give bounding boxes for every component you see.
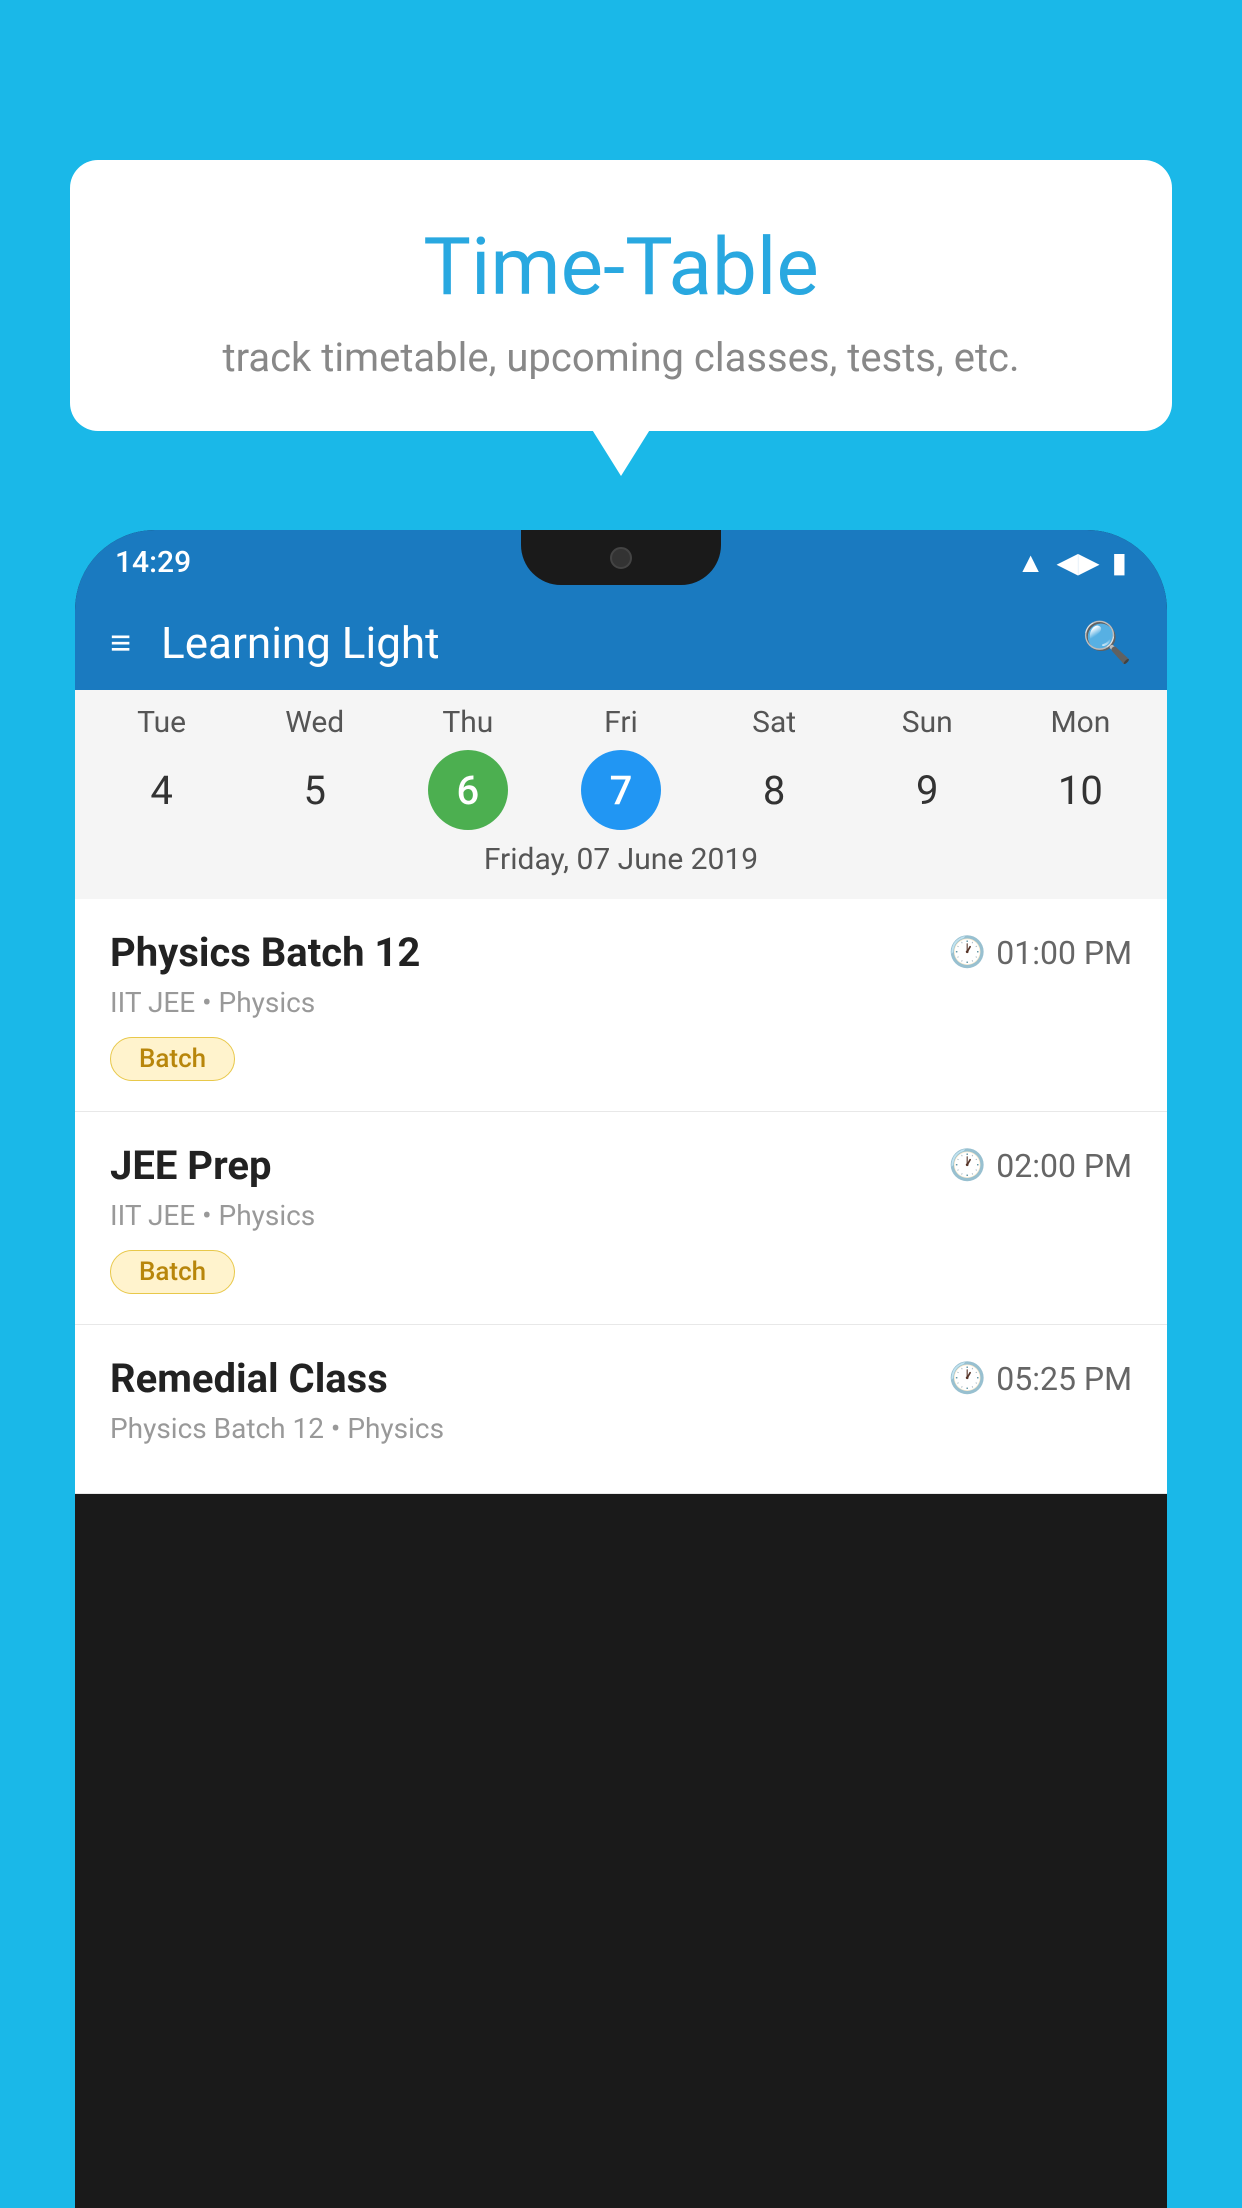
app-bar: ≡ Learning Light 🔍 [75, 595, 1167, 690]
calendar-strip: Tue Wed Thu Fri Sat Sun Mon 4 5 6 7 8 9 … [75, 690, 1167, 899]
app-title: Learning Light [161, 617, 1082, 669]
clock-icon-1: 🕐 [949, 935, 986, 970]
schedule-item-1-title: Physics Batch 12 [110, 929, 420, 976]
schedule-item-2[interactable]: JEE Prep 🕐 02:00 PM IIT JEE • Physics Ba… [75, 1112, 1167, 1325]
day-7-selected[interactable]: 7 [581, 750, 661, 830]
day-4[interactable]: 4 [122, 750, 202, 830]
schedule-item-3-header: Remedial Class 🕐 05:25 PM [110, 1355, 1132, 1402]
schedule-list: Physics Batch 12 🕐 01:00 PM IIT JEE • Ph… [75, 899, 1167, 1494]
phone-notch [521, 530, 721, 585]
phone-frame: 14:29 ▲ ◀▶ ▮ ≡ Learning Light 🔍 Tue Wed … [75, 530, 1167, 2208]
day-5[interactable]: 5 [275, 750, 355, 830]
schedule-item-2-time-text: 02:00 PM [996, 1147, 1132, 1185]
schedule-item-1-header: Physics Batch 12 🕐 01:00 PM [110, 929, 1132, 976]
schedule-item-2-header: JEE Prep 🕐 02:00 PM [110, 1142, 1132, 1189]
day-name-thu: Thu [418, 705, 518, 740]
clock-icon-2: 🕐 [949, 1148, 986, 1183]
schedule-item-2-badge: Batch [110, 1250, 235, 1294]
schedule-item-1-time-text: 01:00 PM [996, 934, 1132, 972]
schedule-item-1-badge: Batch [110, 1037, 235, 1081]
camera-dot [610, 547, 632, 569]
schedule-item-3-subtitle: Physics Batch 12 • Physics [110, 1412, 1132, 1445]
status-icons: ▲ ◀▶ ▮ [1017, 546, 1127, 579]
wifi-icon: ▲ [1017, 546, 1045, 579]
schedule-item-2-subtitle: IIT JEE • Physics [110, 1199, 1132, 1232]
day-name-fri: Fri [571, 705, 671, 740]
schedule-item-3[interactable]: Remedial Class 🕐 05:25 PM Physics Batch … [75, 1325, 1167, 1494]
hamburger-icon[interactable]: ≡ [110, 625, 131, 661]
day-6-today[interactable]: 6 [428, 750, 508, 830]
schedule-item-3-time-text: 05:25 PM [996, 1360, 1132, 1398]
day-8[interactable]: 8 [734, 750, 814, 830]
day-name-sun: Sun [877, 705, 977, 740]
day-name-sat: Sat [724, 705, 824, 740]
schedule-item-2-title: JEE Prep [110, 1142, 271, 1189]
day-9[interactable]: 9 [887, 750, 967, 830]
day-name-mon: Mon [1030, 705, 1130, 740]
selected-date-label: Friday, 07 June 2019 [75, 830, 1167, 889]
schedule-item-3-time: 🕐 05:25 PM [949, 1360, 1132, 1398]
schedule-item-1-time: 🕐 01:00 PM [949, 934, 1132, 972]
day-name-tue: Tue [112, 705, 212, 740]
schedule-item-3-title: Remedial Class [110, 1355, 388, 1402]
bubble-title: Time-Table [120, 220, 1122, 314]
day-10[interactable]: 10 [1040, 750, 1120, 830]
schedule-item-1-subtitle: IIT JEE • Physics [110, 986, 1132, 1019]
day-numbers-row: 4 5 6 7 8 9 10 [75, 750, 1167, 830]
speech-bubble: Time-Table track timetable, upcoming cla… [70, 160, 1172, 431]
schedule-item-1[interactable]: Physics Batch 12 🕐 01:00 PM IIT JEE • Ph… [75, 899, 1167, 1112]
signal-icon: ◀▶ [1057, 546, 1100, 579]
bubble-subtitle: track timetable, upcoming classes, tests… [120, 334, 1122, 381]
day-name-wed: Wed [265, 705, 365, 740]
schedule-item-2-time: 🕐 02:00 PM [949, 1147, 1132, 1185]
status-time: 14:29 [115, 545, 191, 580]
clock-icon-3: 🕐 [949, 1361, 986, 1396]
battery-icon: ▮ [1112, 546, 1127, 579]
phone-container: 14:29 ▲ ◀▶ ▮ ≡ Learning Light 🔍 Tue Wed … [75, 530, 1167, 2208]
day-names-row: Tue Wed Thu Fri Sat Sun Mon [75, 705, 1167, 740]
search-icon[interactable]: 🔍 [1082, 619, 1132, 666]
